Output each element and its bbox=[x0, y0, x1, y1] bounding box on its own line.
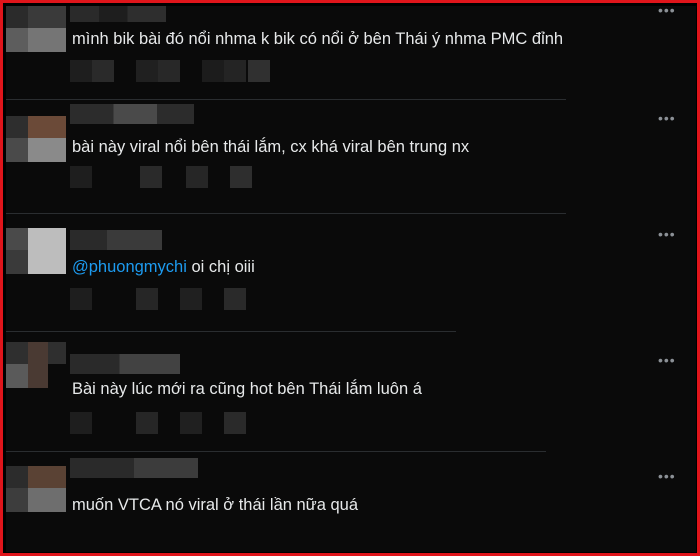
comment-divider bbox=[6, 99, 566, 100]
username-blurred[interactable] bbox=[70, 230, 162, 250]
more-options-icon[interactable]: ••• bbox=[658, 110, 676, 126]
comment-text: bài này viral nổi bên thái lắm, cx khá v… bbox=[72, 138, 470, 156]
user-mention-link[interactable]: @phuongmychi bbox=[72, 258, 187, 276]
comment-divider bbox=[6, 331, 456, 332]
comment-text: muốn VTCA nó viral ở thái lần nữa quá bbox=[72, 496, 359, 514]
comment-actions-blurred bbox=[66, 288, 286, 310]
comment-divider bbox=[6, 451, 546, 452]
comment-text: Bài này lúc mới ra cũng hot bên Thái lắm… bbox=[72, 380, 422, 398]
comment-actions-blurred bbox=[66, 166, 286, 188]
screenshot-frame: ••• mình bik bài đó nổi nhma k bik có nổ… bbox=[0, 0, 700, 556]
comment-text: @phuongmychi oi chị oiii bbox=[72, 256, 255, 278]
username-blurred[interactable] bbox=[70, 6, 166, 22]
comment-actions-blurred bbox=[66, 412, 286, 434]
comment-text-rest: oi chị oiii bbox=[186, 258, 255, 276]
comment-actions-blurred bbox=[66, 60, 306, 82]
avatar[interactable] bbox=[6, 466, 66, 512]
comment-text: mình bik bài đó nổi nhma k bik có nổi ở … bbox=[72, 30, 564, 48]
avatar[interactable] bbox=[6, 228, 66, 274]
more-options-icon[interactable]: ••• bbox=[658, 468, 676, 484]
avatar[interactable] bbox=[6, 342, 66, 388]
more-options-icon[interactable]: ••• bbox=[658, 352, 676, 368]
avatar[interactable] bbox=[6, 116, 66, 162]
avatar[interactable] bbox=[6, 6, 66, 52]
username-blurred[interactable] bbox=[70, 458, 198, 478]
more-options-icon[interactable]: ••• bbox=[658, 226, 676, 242]
username-blurred[interactable] bbox=[70, 104, 194, 124]
more-options-icon[interactable]: ••• bbox=[658, 6, 676, 18]
comment-thread: ••• mình bik bài đó nổi nhma k bik có nổ… bbox=[6, 6, 696, 552]
username-blurred[interactable] bbox=[70, 354, 180, 374]
comment-divider bbox=[6, 213, 566, 214]
